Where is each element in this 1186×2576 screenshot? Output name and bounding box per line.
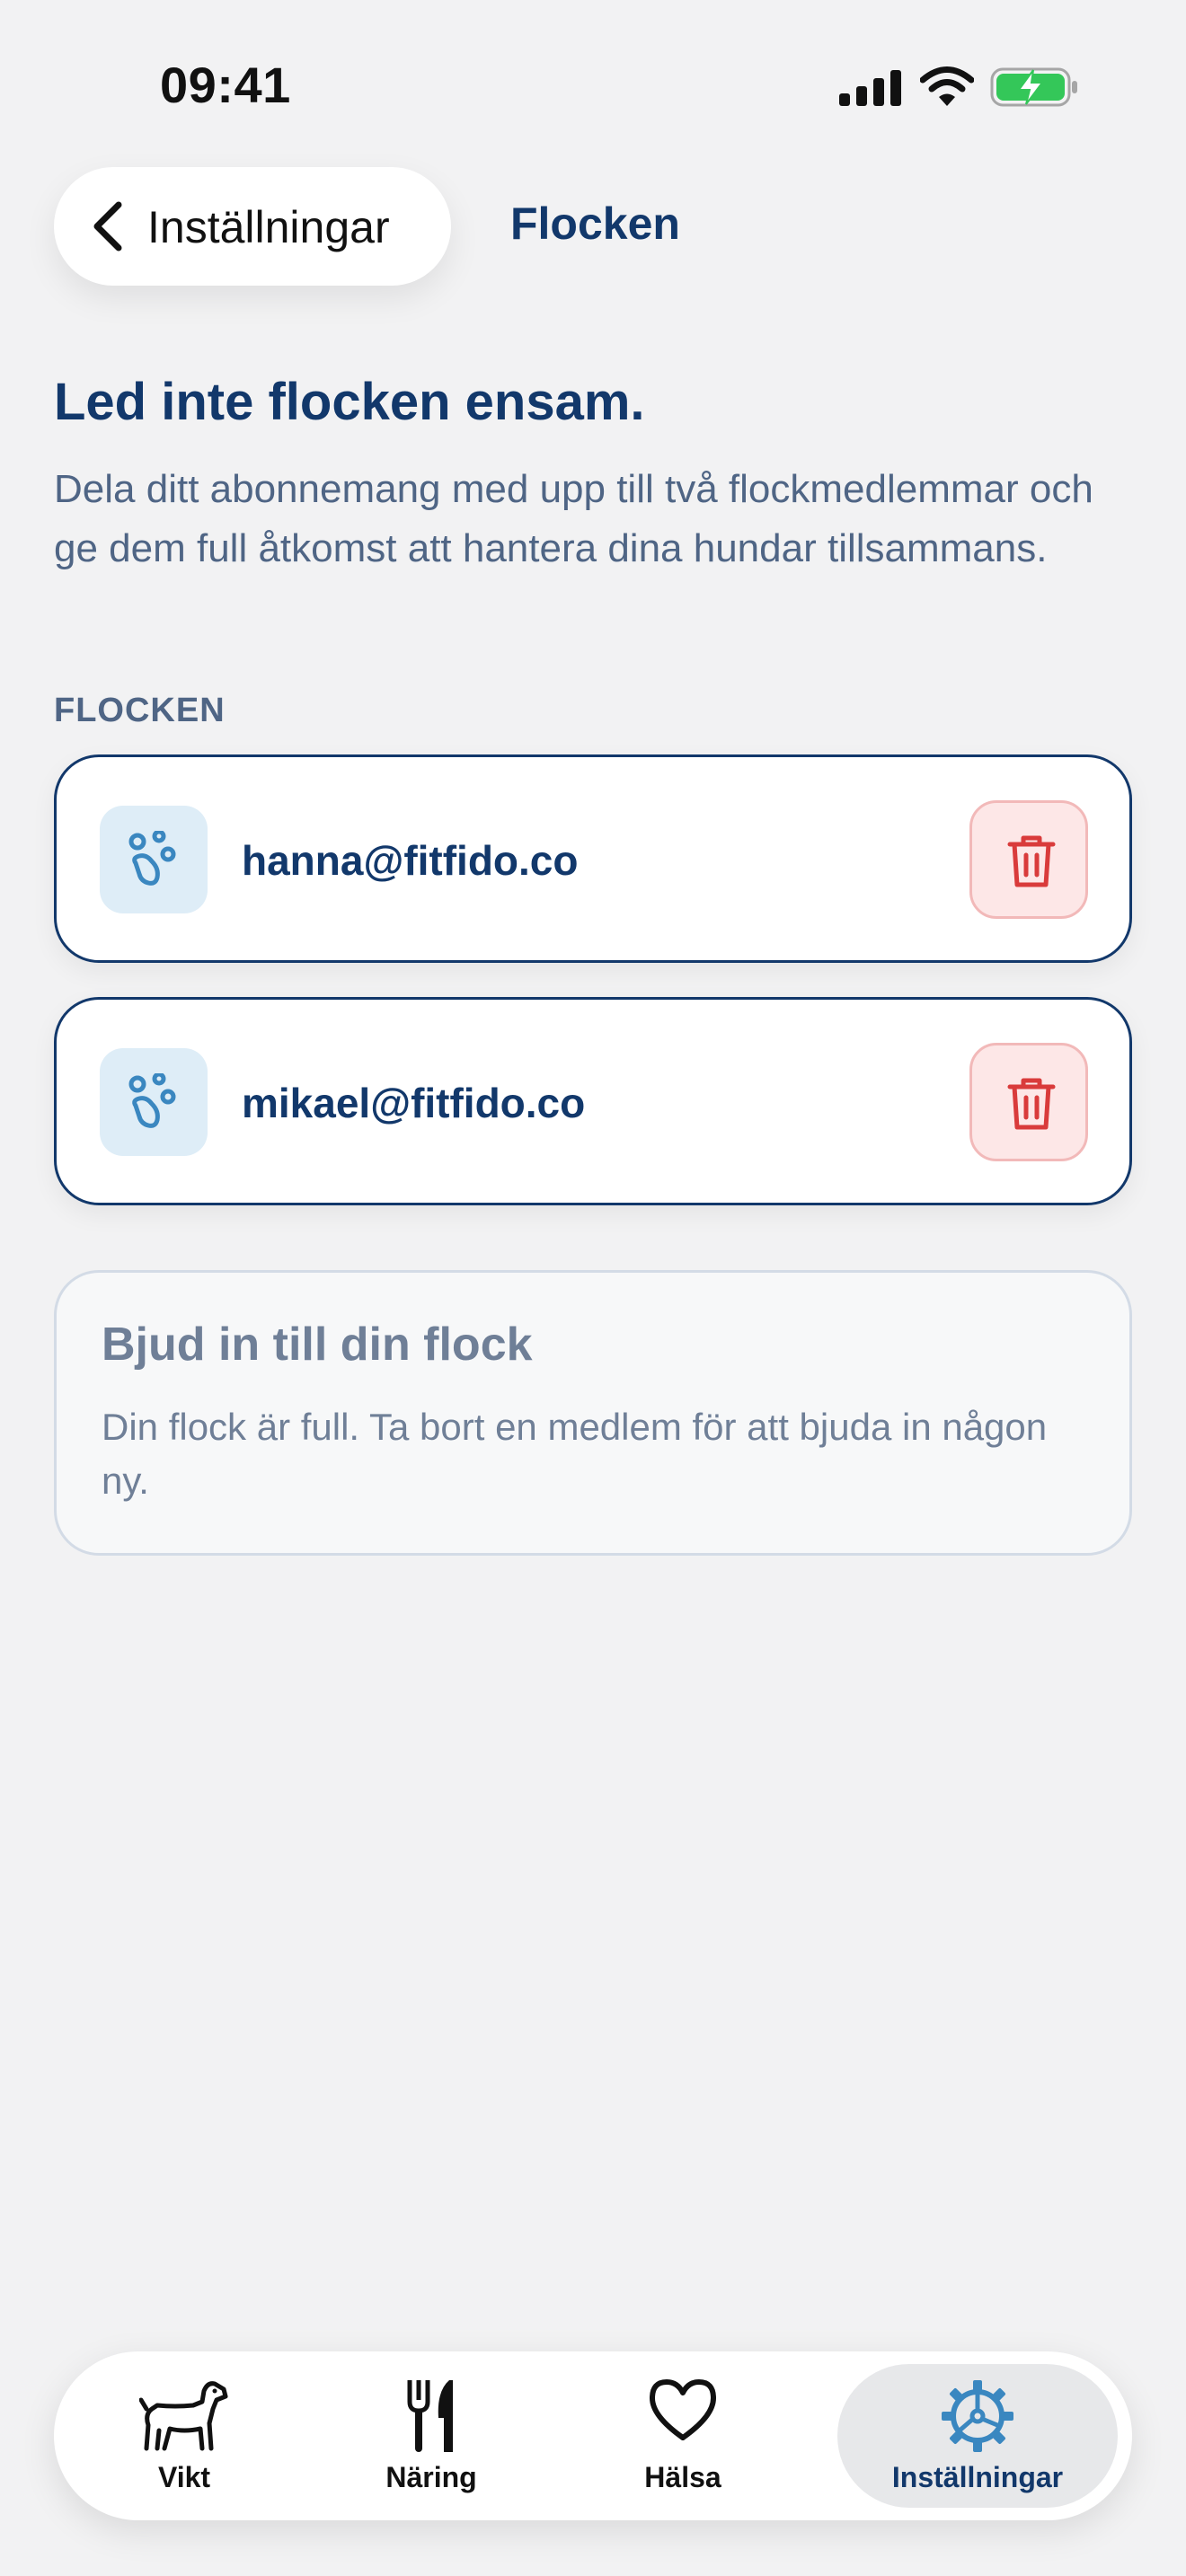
headline: Led inte flocken ensam. xyxy=(54,373,645,431)
section-label: FLOCKEN xyxy=(54,692,226,729)
paw-icon xyxy=(128,1073,176,1128)
dog-icon xyxy=(139,2381,228,2451)
tab-label: Vikt xyxy=(157,2461,211,2493)
status-time: 09:41 xyxy=(160,57,291,113)
screen: 09:41 Inställningar Flocken Led inte flo… xyxy=(0,0,1186,2576)
heart-icon xyxy=(650,2379,716,2440)
tab-naring[interactable]: Näring xyxy=(323,2351,539,2520)
back-button[interactable]: Inställningar xyxy=(54,167,451,286)
invite-card: Bjud in till din flock Din flock är full… xyxy=(54,1270,1132,1556)
trash-icon xyxy=(1007,1078,1056,1130)
gear-icon xyxy=(942,2380,1013,2452)
invite-text: Din flock är full. Ta bort en medlem för… xyxy=(102,1406,1048,1502)
member-card: mikael@fitfido.co xyxy=(54,997,1132,1205)
paw-icon xyxy=(128,831,176,886)
tab-vikt[interactable]: Vikt xyxy=(81,2351,288,2520)
page-title: Flocken xyxy=(510,198,680,249)
cellular-signal-icon xyxy=(839,70,901,106)
tab-label: Näring xyxy=(385,2461,477,2493)
invite-title: Bjud in till din flock xyxy=(102,1319,533,1371)
wifi-icon xyxy=(920,66,974,106)
tab-installningar[interactable]: Inställningar xyxy=(837,2364,1118,2508)
trash-icon xyxy=(1007,835,1056,887)
tab-halsa[interactable]: Hälsa xyxy=(580,2351,786,2520)
fork-knife-icon xyxy=(407,2380,453,2452)
battery-charging-icon xyxy=(990,67,1077,107)
chevron-left-icon xyxy=(93,201,122,251)
member-card: hanna@fitfido.co xyxy=(54,754,1132,963)
tab-label: Hälsa xyxy=(644,2461,721,2493)
delete-member-button[interactable] xyxy=(969,1043,1088,1161)
tab-label: Inställningar xyxy=(891,2461,1064,2493)
avatar xyxy=(100,806,208,913)
tab-bar: Vikt Näring Hälsa Inställningar xyxy=(54,2351,1132,2520)
avatar xyxy=(100,1048,208,1156)
intro-description: Dela ditt abonnemang med upp till två fl… xyxy=(54,467,1093,570)
member-email: mikael@fitfido.co xyxy=(242,1080,586,1126)
member-email: hanna@fitfido.co xyxy=(242,837,579,884)
delete-member-button[interactable] xyxy=(969,800,1088,919)
back-button-label: Inställningar xyxy=(147,202,390,252)
